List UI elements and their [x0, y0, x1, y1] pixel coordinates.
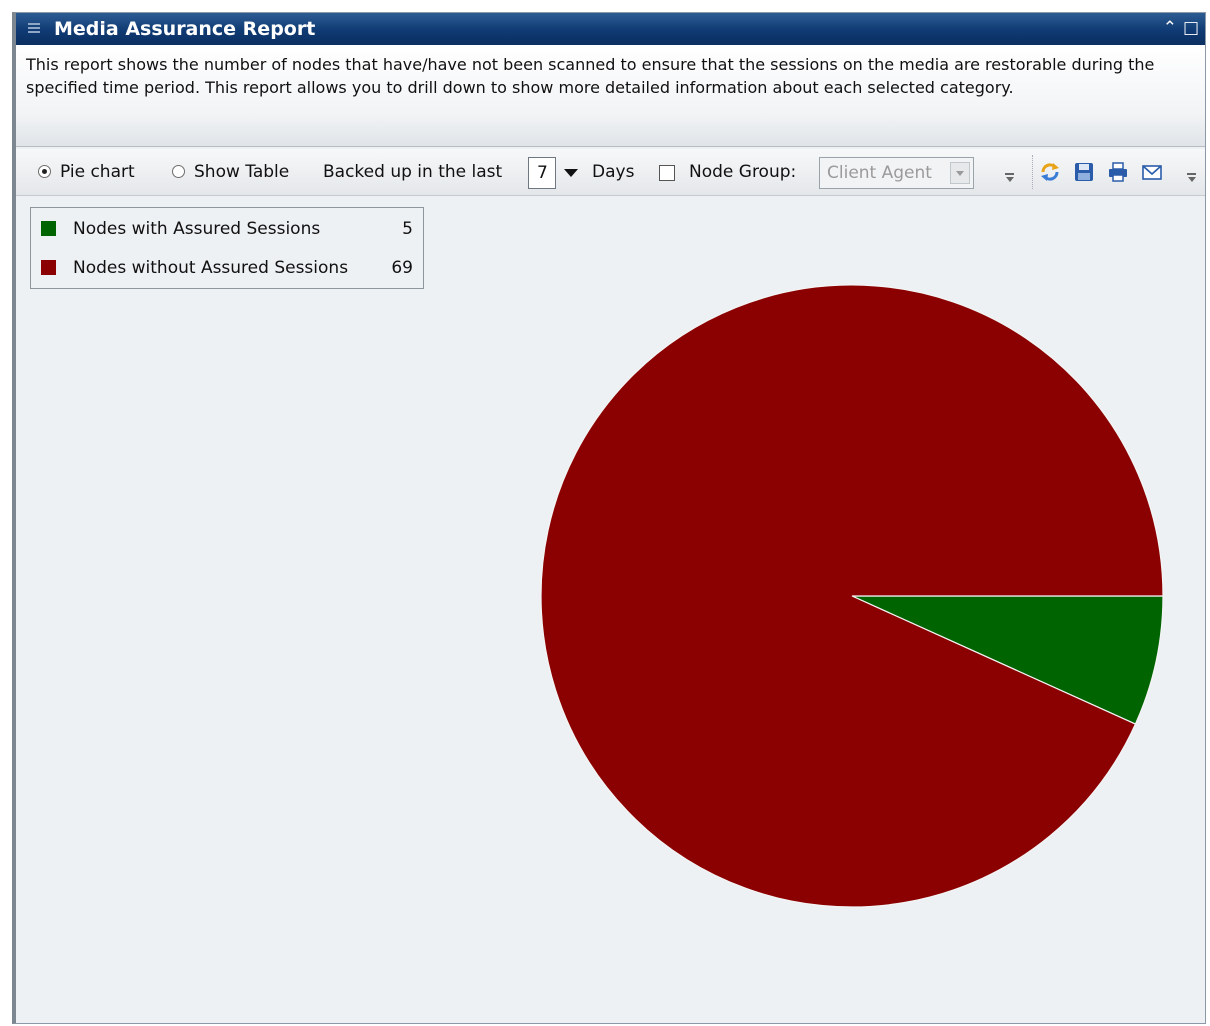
pie-slice-without-assured[interactable] [540, 284, 1164, 908]
media-assurance-report-panel: Media Assurance Report ⌃ □ This report sh… [12, 12, 1206, 1024]
pie-chart [540, 284, 1164, 908]
